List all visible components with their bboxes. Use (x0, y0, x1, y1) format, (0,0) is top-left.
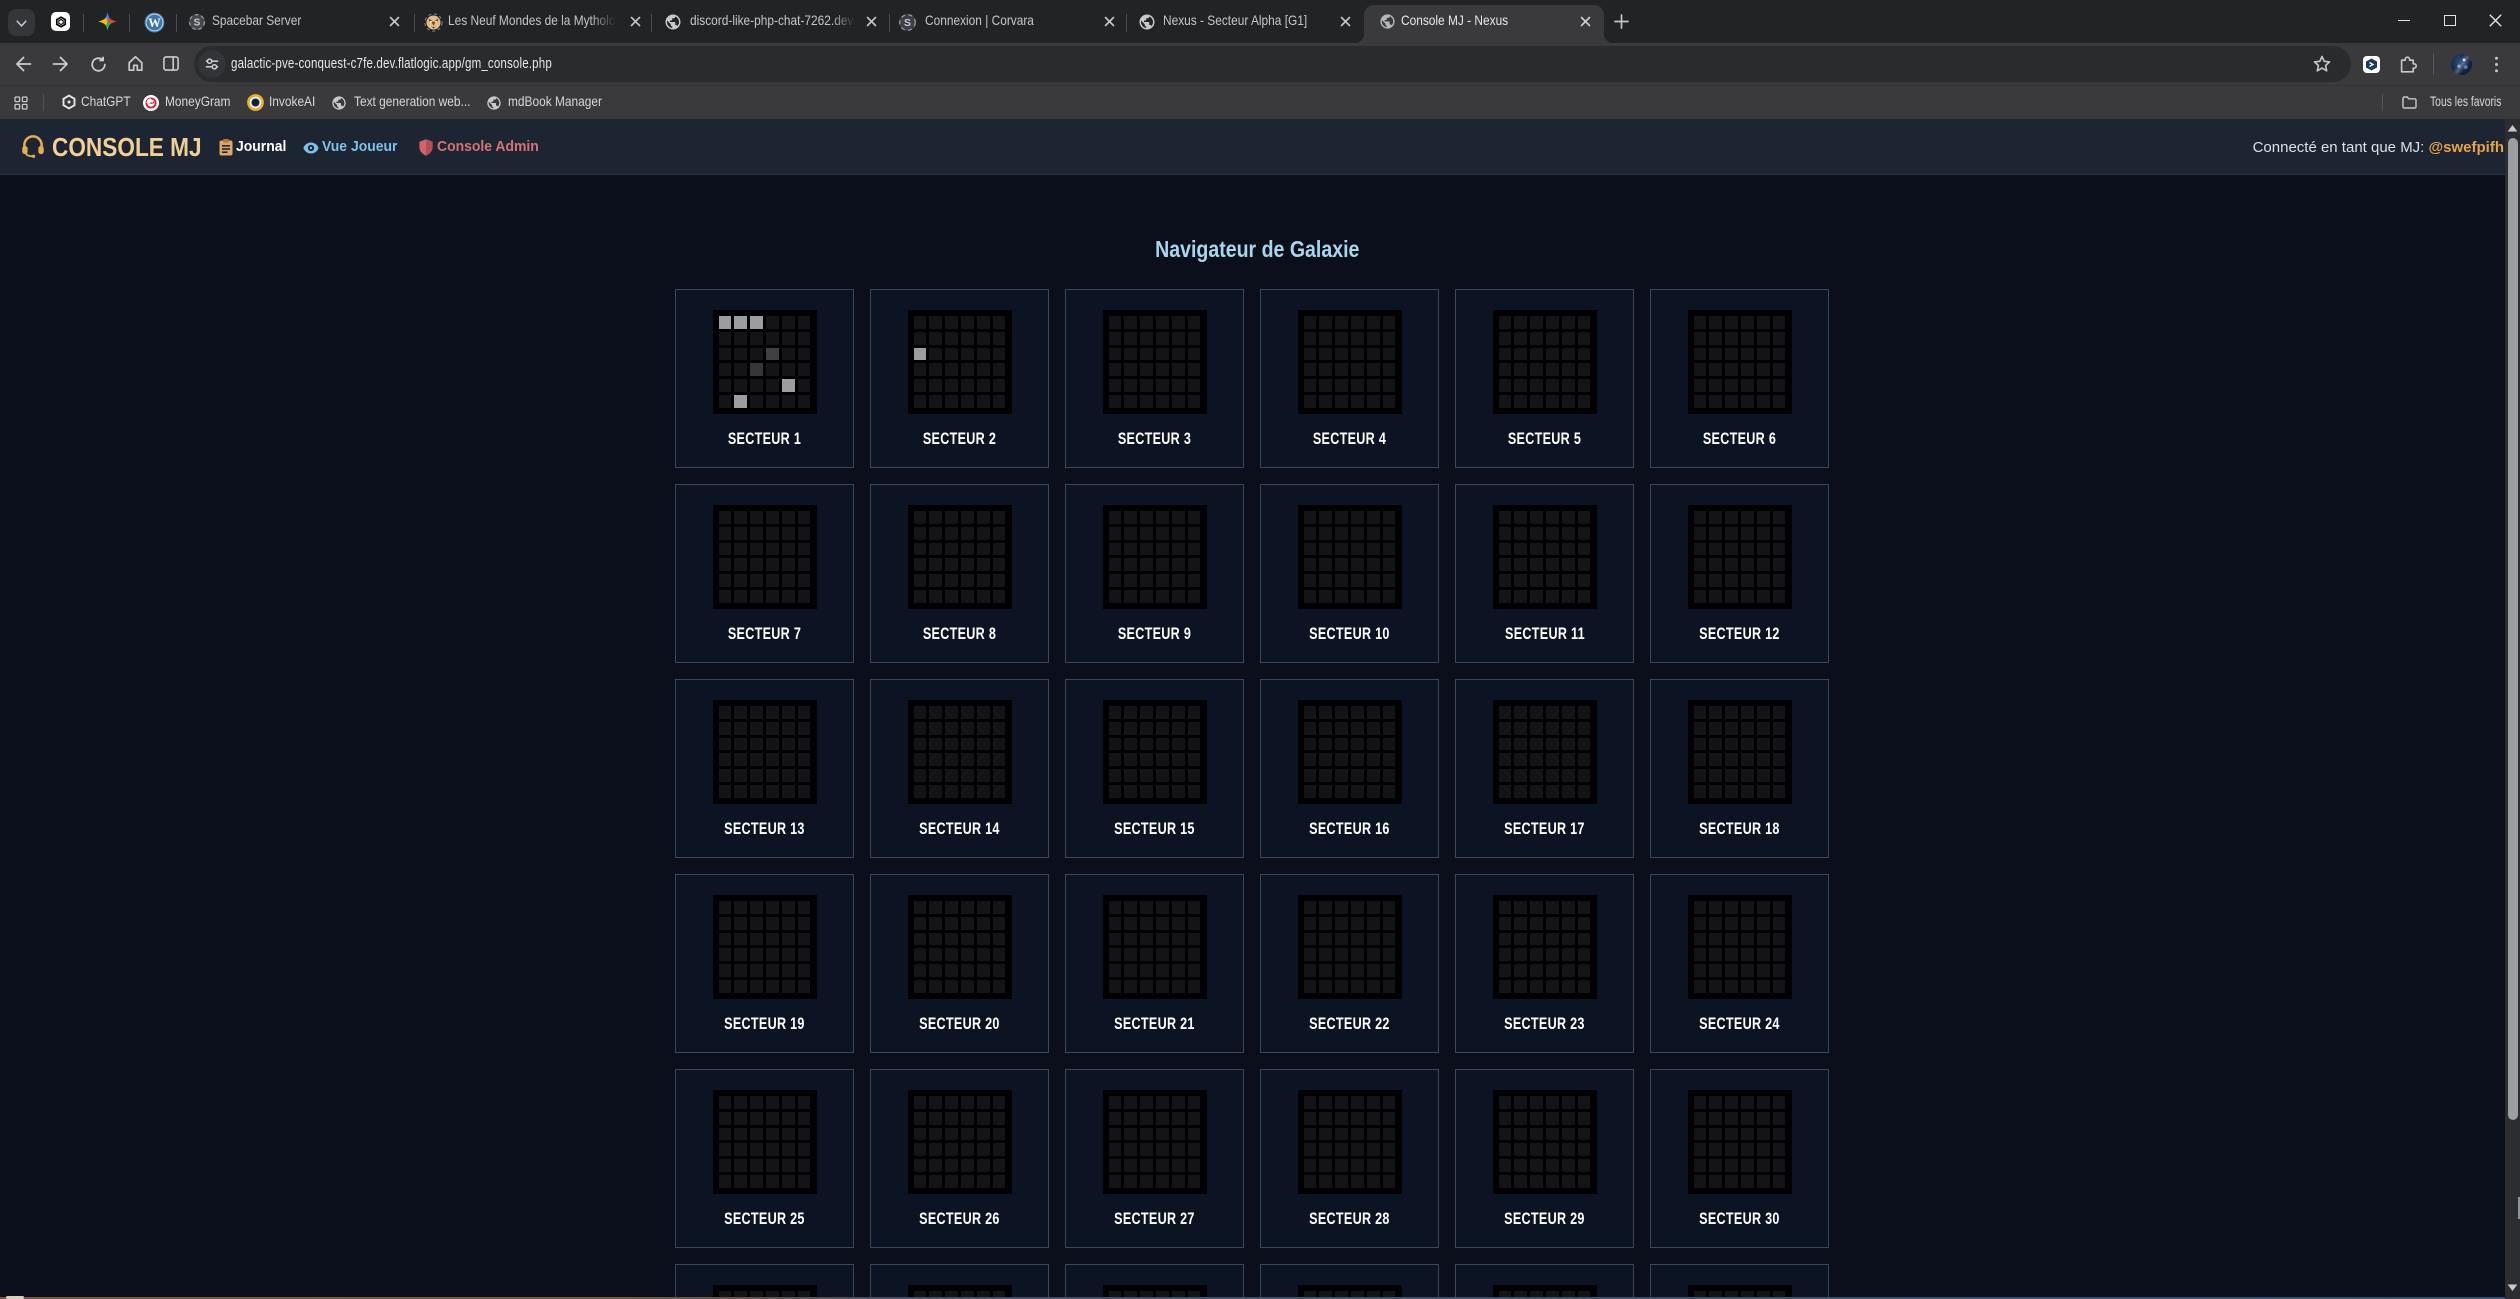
svg-text:S: S (194, 17, 201, 28)
svg-text:S: S (904, 17, 911, 29)
svg-text:W: W (148, 15, 161, 29)
